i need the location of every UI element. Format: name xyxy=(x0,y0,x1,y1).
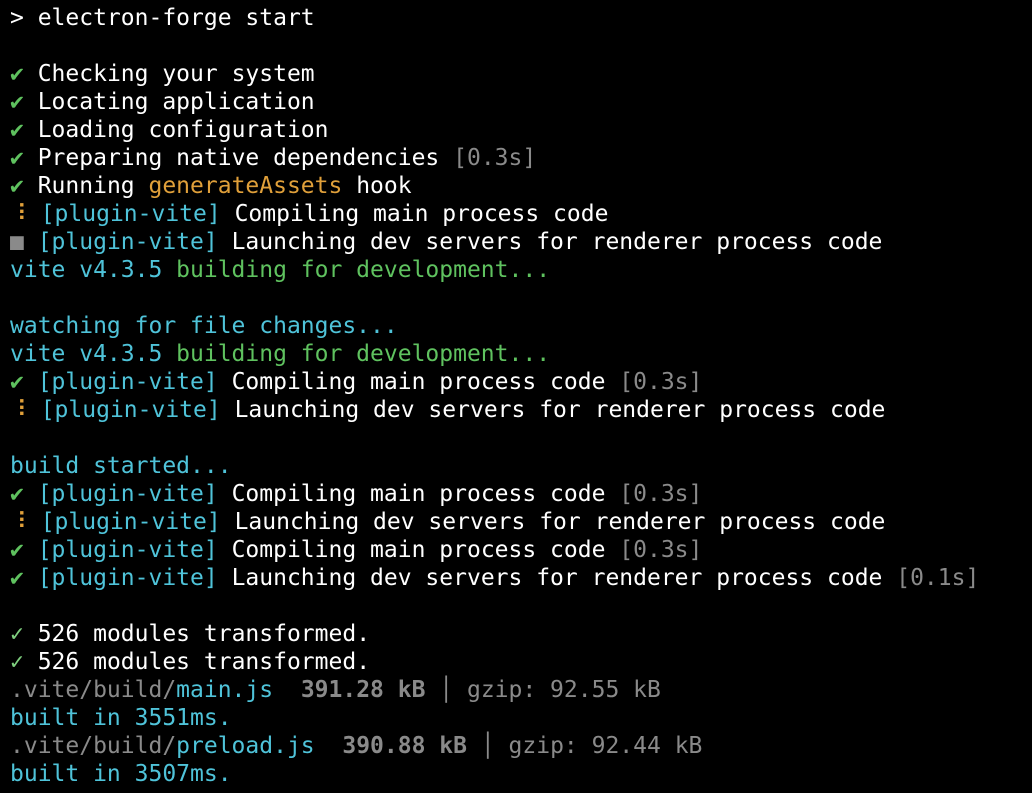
terminal-text: ✓ xyxy=(10,621,38,647)
terminal-text: Compiling main process code xyxy=(217,481,620,507)
terminal-text: [0.1s] xyxy=(896,565,980,591)
terminal-line: built in 3551ms. xyxy=(10,704,1032,732)
terminal-line: ✔ Locating application xyxy=(10,88,1032,116)
terminal-line: ✔ Preparing native dependencies [0.3s] xyxy=(10,144,1032,172)
terminal-line: ■ [plugin-vite] Launching dev servers fo… xyxy=(10,228,1032,256)
terminal-text: build started... xyxy=(10,453,232,479)
terminal-text: vite v4.3.5 xyxy=(10,341,177,367)
terminal-text: Compiling main process code xyxy=(217,537,620,563)
terminal-text: Launching dev servers for renderer proce… xyxy=(217,565,897,591)
terminal-text: .vite/build/ xyxy=(10,677,177,703)
terminal-text: main.js xyxy=(176,677,274,703)
terminal-text: ✔ xyxy=(10,173,38,199)
terminal-text: building for development... xyxy=(176,341,551,367)
terminal-line: > electron-forge start xyxy=(10,4,1032,32)
terminal-text: built in 3551ms. xyxy=(10,705,232,731)
terminal-text: ✔ xyxy=(10,369,38,395)
terminal-text: │ gzip: 92.44 kB xyxy=(466,733,703,759)
terminal-line: ✔ Checking your system xyxy=(10,60,1032,88)
terminal-line: ✔ [plugin-vite] Compiling main process c… xyxy=(10,368,1032,396)
terminal-text: Launching dev servers for renderer proce… xyxy=(220,397,886,423)
terminal-text: built in 3507ms. xyxy=(10,761,232,787)
terminal-text: Locating application xyxy=(37,89,315,115)
terminal-text: building for development... xyxy=(176,257,551,283)
terminal-window[interactable]: > electron-forge start ✔ Checking your sy… xyxy=(0,0,1032,793)
terminal-text: ✔ xyxy=(10,117,38,143)
terminal-text: Running xyxy=(37,173,149,199)
terminal-line: ✓ 526 modules transformed. xyxy=(10,648,1032,676)
terminal-line: ✔ [plugin-vite] Launching dev servers fo… xyxy=(10,564,1032,592)
terminal-text: [plugin-vite] xyxy=(37,369,218,395)
terminal-text: [plugin-vite] xyxy=(37,537,218,563)
terminal-text: Compiling main process code xyxy=(217,369,620,395)
terminal-line: ✔ Running generateAssets hook xyxy=(10,172,1032,200)
terminal-line: ⠸ [plugin-vite] Launching dev servers fo… xyxy=(10,396,1032,424)
terminal-line: ✓ 526 modules transformed. xyxy=(10,620,1032,648)
terminal-text: ✔ xyxy=(10,481,38,507)
terminal-line: .vite/build/preload.js 390.88 kB │ gzip:… xyxy=(10,732,1032,760)
terminal-text: │ gzip: 92.55 kB xyxy=(425,677,661,703)
terminal-text: [plugin-vite] xyxy=(37,565,218,591)
terminal-line: ✔ [plugin-vite] Compiling main process c… xyxy=(10,536,1032,564)
terminal-text: Loading configuration xyxy=(37,117,329,143)
terminal-text: 391.28 kB xyxy=(300,677,426,703)
terminal-line: build started... xyxy=(10,452,1032,480)
terminal-text: preload.js xyxy=(176,733,315,759)
terminal-line: ✔ [plugin-vite] Compiling main process c… xyxy=(10,480,1032,508)
terminal-line: vite v4.3.5 building for development... xyxy=(10,256,1032,284)
terminal-line: ⠸ [plugin-vite] Launching dev servers fo… xyxy=(10,508,1032,536)
terminal-text: Launching dev servers for renderer proce… xyxy=(217,229,883,255)
terminal-text: > electron-forge start xyxy=(10,5,315,31)
terminal-text: Compiling main process code xyxy=(220,201,609,227)
terminal-text: [plugin-vite] xyxy=(40,509,221,535)
terminal-text: [0.3s] xyxy=(619,369,703,395)
terminal-text: ■ xyxy=(10,229,38,255)
terminal-output: > electron-forge start ✔ Checking your sy… xyxy=(10,4,1032,788)
terminal-text: vite v4.3.5 xyxy=(10,257,177,283)
terminal-text: [plugin-vite] xyxy=(40,397,221,423)
terminal-text: 526 modules transformed. xyxy=(37,649,371,675)
terminal-text: [0.3s] xyxy=(453,145,537,171)
terminal-text: ✔ xyxy=(10,145,38,171)
terminal-line: built in 3507ms. xyxy=(10,760,1032,788)
terminal-text: 390.88 kB xyxy=(342,733,467,759)
terminal-text: [plugin-vite] xyxy=(40,201,221,227)
terminal-text: ⠸ xyxy=(10,509,41,535)
terminal-text: hook xyxy=(342,173,412,199)
terminal-text: Preparing native dependencies xyxy=(37,145,454,171)
terminal-line: vite v4.3.5 building for development... xyxy=(10,340,1032,368)
terminal-text: .vite/build/ xyxy=(10,733,177,759)
terminal-text: [0.3s] xyxy=(619,537,703,563)
terminal-text: [0.3s] xyxy=(619,481,703,507)
terminal-text: ✔ xyxy=(10,565,38,591)
terminal-text: Launching dev servers for renderer proce… xyxy=(220,509,886,535)
terminal-line: watching for file changes... xyxy=(10,312,1032,340)
terminal-text: [plugin-vite] xyxy=(37,229,218,255)
terminal-text: ✔ xyxy=(10,537,38,563)
terminal-text: 526 modules transformed. xyxy=(37,621,371,647)
terminal-text: ✓ xyxy=(10,649,38,675)
terminal-text: watching for file changes... xyxy=(10,313,398,339)
terminal-line: ✔ Loading configuration xyxy=(10,116,1032,144)
terminal-line: ⠸ [plugin-vite] Compiling main process c… xyxy=(10,200,1032,228)
terminal-text: ⠸ xyxy=(10,201,41,227)
terminal-text: ✔ xyxy=(10,61,38,87)
terminal-text: [plugin-vite] xyxy=(37,481,218,507)
terminal-text: generateAssets xyxy=(148,173,343,199)
terminal-text: Checking your system xyxy=(37,61,315,87)
terminal-text: ⠸ xyxy=(10,397,41,423)
terminal-text: ✔ xyxy=(10,89,38,115)
terminal-line: .vite/build/main.js 391.28 kB │ gzip: 92… xyxy=(10,676,1032,704)
